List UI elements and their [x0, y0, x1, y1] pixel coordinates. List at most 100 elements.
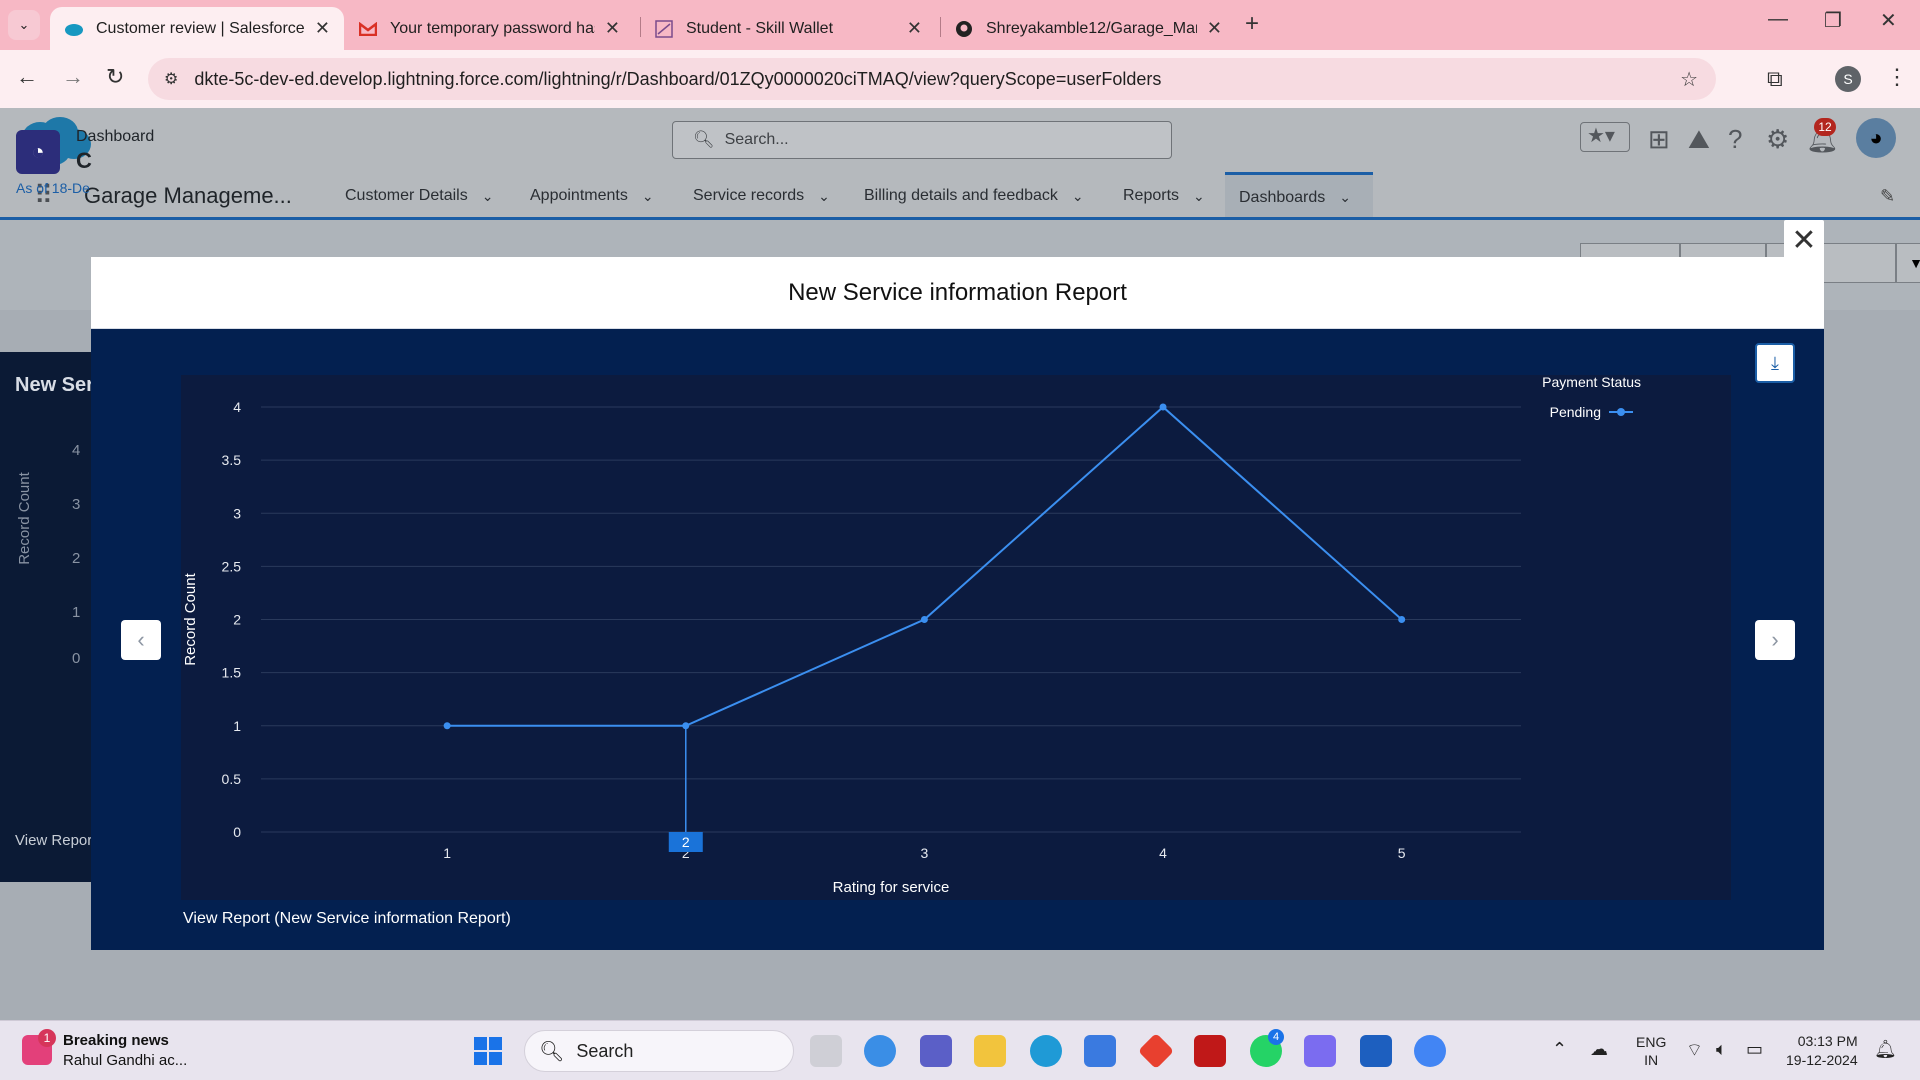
close-tab-icon[interactable]: ✕: [605, 18, 620, 39]
battery-icon[interactable]: ▭: [1746, 1039, 1763, 1060]
more-actions-chevron-icon[interactable]: ▼: [1896, 243, 1920, 283]
bookmark-star-icon[interactable]: ☆: [1680, 67, 1698, 92]
y-axis-title: Record Count: [182, 572, 199, 665]
gmail-icon: [358, 19, 378, 39]
edge-browser-icon[interactable]: [1030, 1035, 1062, 1067]
x-axis-title: Rating for service: [833, 879, 950, 896]
nav-dashboards[interactable]: Dashboards ⌄: [1225, 172, 1373, 220]
back-icon[interactable]: ←: [16, 64, 38, 90]
news-subtitle[interactable]: Rahul Gandhi ac...: [63, 1052, 187, 1069]
y-tick-label: 1: [233, 718, 241, 734]
help-app-icon[interactable]: [864, 1035, 896, 1067]
global-actions-plus-icon[interactable]: ⊞: [1648, 124, 1670, 155]
global-search-input[interactable]: 🔍︎ Search...: [672, 121, 1172, 159]
minimize-button[interactable]: —: [1768, 8, 1788, 31]
restore-button[interactable]: ❐: [1824, 8, 1842, 33]
anydesk-icon[interactable]: [1137, 1032, 1175, 1070]
y-tick-label: 3.5: [222, 452, 242, 468]
close-tab-icon[interactable]: ✕: [315, 18, 330, 39]
next-chart-button[interactable]: ›: [1755, 620, 1795, 660]
tab-github[interactable]: Shreyakamble12/Garage_Mana ✕: [940, 7, 1236, 50]
y-tick-label: 3: [233, 505, 241, 521]
new-tab-button[interactable]: +: [1245, 10, 1259, 38]
data-point: [443, 722, 451, 730]
word-icon[interactable]: [1360, 1035, 1392, 1067]
dashboard-icon: ◔: [16, 130, 60, 174]
taskbar-search-box[interactable]: 🔍︎ Search: [524, 1030, 794, 1072]
data-point: [920, 616, 928, 623]
chart-area: 0 0.5 1 1.5 2 2.5 3 3.5 4 1 2 3 4 5 Rating for service…: [181, 375, 1731, 900]
tab-search-button[interactable]: ⌄: [8, 10, 40, 40]
task-view-icon[interactable]: [810, 1035, 842, 1067]
tab-skill-wallet[interactable]: Student - Skill Wallet ✕: [640, 7, 936, 50]
windows-start-icon[interactable]: [474, 1037, 502, 1065]
chevron-down-icon[interactable]: ⌄: [1339, 189, 1351, 206]
file-explorer-icon[interactable]: [974, 1035, 1006, 1067]
microsoft-store-icon[interactable]: [1084, 1035, 1116, 1067]
user-avatar[interactable]: ◕: [1856, 118, 1896, 158]
nav-reports[interactable]: Reports ⌄: [1123, 172, 1205, 220]
github-icon: [954, 19, 974, 39]
trailhead-icon[interactable]: ⛰: [1688, 124, 1710, 156]
reload-icon[interactable]: ↻: [106, 64, 124, 90]
y-tick-label: 1.5: [222, 665, 242, 681]
address-bar[interactable]: ⚙ dkte-5c-dev-ed.develop.lightning.force…: [148, 58, 1716, 100]
nav-service-records[interactable]: Service records ⌄: [693, 172, 830, 220]
nav-billing-details[interactable]: Billing details and feedback ⌄: [864, 172, 1084, 220]
system-clock[interactable]: 03:13 PM 19-12-2024: [1786, 1032, 1858, 1070]
edit-nav-pencil-icon[interactable]: ✎: [1880, 186, 1895, 207]
x-tick-label: 5: [1398, 845, 1406, 861]
forward-icon[interactable]: →: [62, 64, 84, 90]
chevron-down-icon[interactable]: ⌄: [818, 188, 830, 205]
dashboard-as-of: As of 18-De: [16, 180, 90, 196]
extensions-icon[interactable]: ⧉: [1767, 66, 1783, 92]
wifi-icon[interactable]: ⌔: [1686, 1039, 1703, 1062]
background-report-card: New Ser Record Count 4 3 2 1 0 View Repo…: [0, 352, 100, 882]
y-tick-label: 2.5: [222, 558, 242, 574]
copilot-icon[interactable]: [1304, 1035, 1336, 1067]
notification-center-bell-icon[interactable]: 🔔︎: [1874, 1039, 1897, 1060]
volume-icon[interactable]: 🔈︎: [1716, 1039, 1727, 1060]
close-window-button[interactable]: ✕: [1880, 8, 1897, 33]
tab-gmail[interactable]: Your temporary password has b ✕: [344, 7, 634, 50]
dashboard-title: C: [76, 148, 92, 173]
legend-item-label: Pending: [1550, 404, 1601, 420]
site-info-icon[interactable]: ⚙: [164, 69, 178, 89]
line-chart: 0 0.5 1 1.5 2 2.5 3 3.5 4 1 2 3 4 5 Rating for service…: [182, 375, 1641, 896]
nav-appointments[interactable]: Appointments ⌄: [530, 172, 654, 220]
favorites-star-icon[interactable]: ★▾: [1580, 122, 1630, 152]
view-report-link[interactable]: View Report (New Service information Rep…: [183, 910, 511, 928]
chevron-down-icon: ⌄: [18, 17, 30, 32]
skill-wallet-icon: [654, 19, 674, 39]
global-header: 🔍︎ Search... ★▾ ⊞ ⛰ ? ⚙ 🔔︎ 12 ◕ ⠿ Garage…: [0, 108, 1920, 220]
teams-icon[interactable]: [920, 1035, 952, 1067]
setup-gear-icon[interactable]: ⚙: [1766, 124, 1789, 155]
show-hidden-icons-chevron-icon[interactable]: ⌃: [1552, 1039, 1567, 1060]
nav-customer-details[interactable]: Customer Details ⌄: [345, 172, 493, 220]
previous-chart-button[interactable]: ‹: [121, 620, 161, 660]
chrome-icon[interactable]: [1414, 1035, 1446, 1067]
close-tab-icon[interactable]: ✕: [1207, 18, 1222, 39]
tab-salesforce[interactable]: Customer review | Salesforce ✕: [50, 7, 344, 50]
chevron-down-icon[interactable]: ⌄: [482, 188, 494, 205]
download-icon[interactable]: ⤓: [1755, 343, 1795, 383]
y-tick-label: 4: [233, 399, 241, 415]
chevron-down-icon[interactable]: ⌄: [642, 188, 654, 205]
windows-taskbar: 1 Breaking news Rahul Gandhi ac... 🔍︎ Se…: [0, 1020, 1920, 1080]
close-tab-icon[interactable]: ✕: [907, 18, 922, 39]
news-badge: 1: [38, 1029, 56, 1047]
url-text[interactable]: dkte-5c-dev-ed.develop.lightning.force.c…: [194, 69, 1161, 90]
profile-avatar[interactable]: S: [1835, 66, 1861, 92]
chevron-down-icon[interactable]: ⌄: [1193, 188, 1205, 205]
chevron-down-icon[interactable]: ⌄: [1072, 188, 1084, 205]
x-tick-label: 4: [1159, 845, 1167, 861]
onedrive-icon[interactable]: ☁: [1590, 1039, 1608, 1060]
close-modal-icon[interactable]: ✕: [1784, 220, 1824, 260]
mcafee-icon[interactable]: [1194, 1035, 1226, 1067]
language-indicator[interactable]: ENG IN: [1636, 1033, 1666, 1069]
browser-menu-icon[interactable]: ⋮: [1886, 64, 1908, 90]
help-icon[interactable]: ?: [1728, 124, 1742, 155]
notification-count-badge: 12: [1814, 118, 1836, 136]
news-title[interactable]: Breaking news: [63, 1032, 169, 1049]
data-point: [1159, 403, 1167, 411]
